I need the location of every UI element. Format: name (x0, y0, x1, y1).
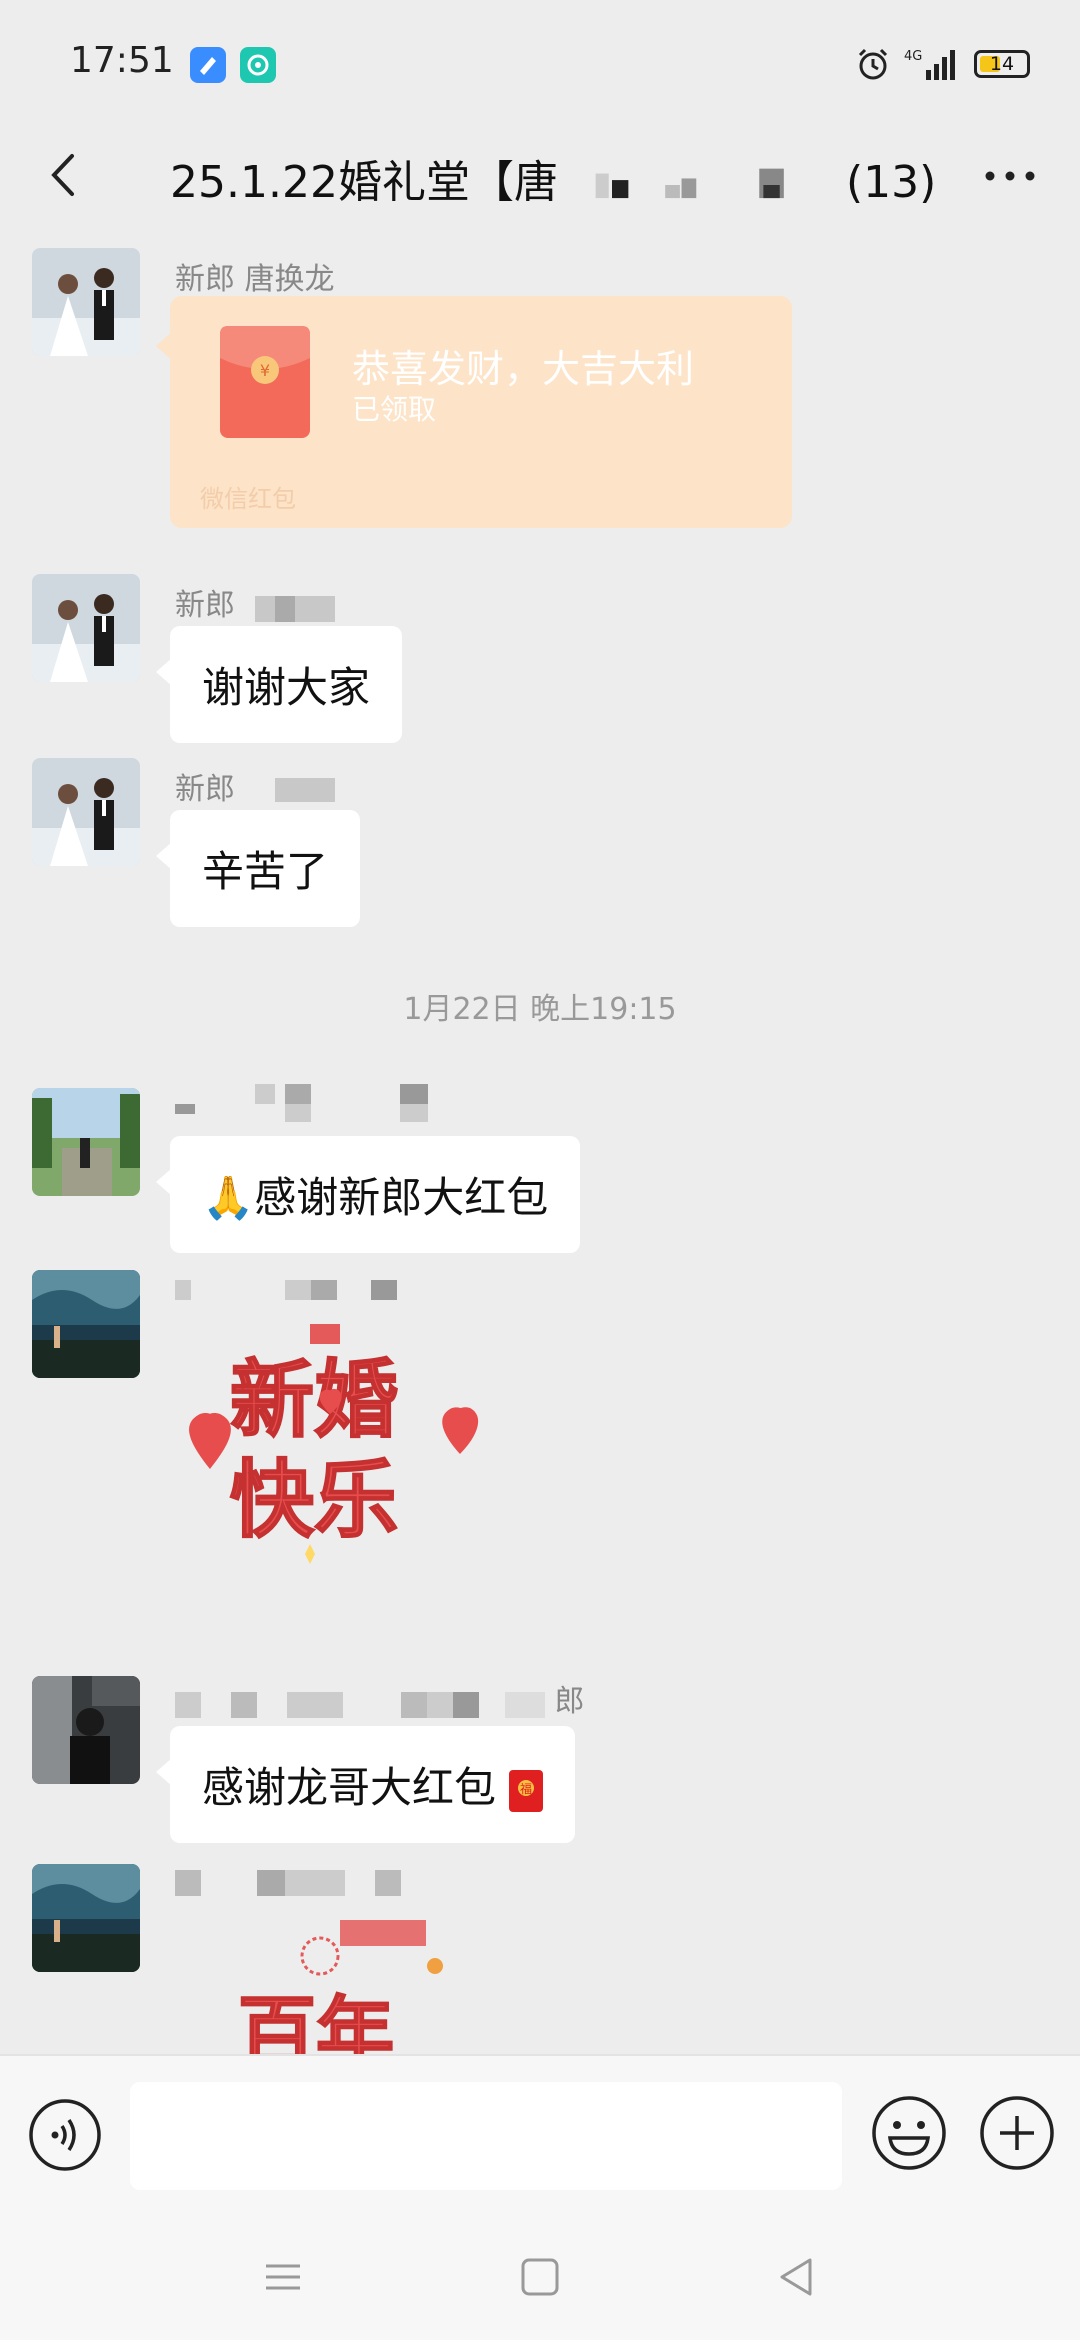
sticker-text: 新婚 (230, 1351, 398, 1449)
message-item: 新郎 谢谢大家 (0, 554, 1080, 744)
message-item: 新郎 唐换龙 ¥ 恭喜发财，大吉大利 已领取 微信红包 (0, 224, 1080, 554)
mosaic-redaction (175, 1279, 397, 1300)
status-bar: 17:51 4G 14 (0, 0, 1080, 128)
mosaic-redaction (254, 595, 335, 622)
svg-text:¥: ¥ (260, 361, 270, 380)
red-packet-card[interactable]: ¥ 恭喜发财，大吉大利 已领取 微信红包 (156, 296, 792, 528)
message-bubble[interactable]: 感谢龙哥大红包 福 (155, 1726, 576, 1843)
red-envelope-emoji-icon: 福 (509, 1769, 544, 1812)
input-bar (0, 2054, 1080, 2214)
signal-icon: 4G (904, 49, 955, 80)
mosaic-redaction (175, 1869, 401, 1896)
more-dots-icon (985, 171, 1035, 181)
sender-name: 郎 (175, 1676, 585, 1720)
chat-title: 25.1.22婚礼堂【唐 (13) (170, 146, 936, 210)
message-timestamp: 1月22日 晚上19:15 (403, 992, 677, 1027)
chevron-left-icon (51, 154, 74, 196)
wedding-sticker[interactable]: 新婚 快乐 (180, 1324, 500, 1644)
voice-icon (29, 2099, 101, 2171)
mosaic-redaction (175, 1084, 428, 1122)
message-item: 🙏感谢新郎大红包 (0, 1084, 1080, 1264)
avatar[interactable] (32, 1088, 140, 1196)
sender-name: 新郎 (175, 580, 335, 624)
back-button[interactable] (40, 150, 90, 200)
status-indicators: 4G 14 (856, 44, 1030, 84)
plus-button[interactable] (978, 2094, 1056, 2172)
message-bubble[interactable]: 谢谢大家 (155, 626, 403, 743)
red-packet-status: 已领取 (352, 393, 437, 426)
status-time: 17:51 (70, 40, 174, 81)
message-item: 郎 感谢龙哥大红包 福 (0, 1674, 1080, 1854)
more-button[interactable] (980, 158, 1040, 194)
sender-name: 新郎 唐换龙 (175, 262, 335, 297)
sender-name (175, 1084, 435, 1124)
avatar[interactable] (32, 1864, 140, 1972)
sender-name: 新郎 (175, 764, 335, 808)
emoji-icon (872, 2096, 946, 2170)
message-input[interactable] (130, 2082, 842, 2190)
emoji-button[interactable] (870, 2094, 948, 2172)
nav-home-button[interactable] (515, 2252, 565, 2302)
message-item: 百年 (0, 1864, 1080, 2054)
sender-name (175, 1864, 415, 1899)
avatar[interactable] (32, 758, 140, 866)
svg-text:福: 福 (520, 1781, 532, 1796)
alarm-icon (858, 48, 888, 80)
plus-icon (980, 2096, 1054, 2170)
message-bubble[interactable]: 🙏感谢新郎大红包 (155, 1136, 581, 1253)
battery-level: 14 (989, 53, 1015, 75)
battery-icon: 14 (974, 50, 1030, 78)
message-bubble[interactable]: 辛苦了 (155, 810, 361, 927)
teal-app-icon (240, 47, 276, 83)
chat-title-text: 25.1.22婚礼堂【唐 (170, 157, 558, 208)
avatar[interactable] (32, 1270, 140, 1378)
message-list[interactable]: 新郎 唐换龙 ¥ 恭喜发财，大吉大利 已领取 微信红包 新郎 谢谢大家 新郎 辛… (0, 224, 1080, 2054)
voice-button[interactable] (28, 2098, 102, 2172)
message-item: 新郎 辛苦了 (0, 744, 1080, 934)
mosaic-redaction (595, 168, 784, 199)
menu-icon (266, 2264, 300, 2290)
red-packet-footer: 微信红包 (200, 485, 296, 513)
nav-back-button[interactable] (772, 2252, 822, 2302)
mosaic-redaction (274, 777, 335, 802)
avatar[interactable] (32, 248, 140, 356)
sender-name (175, 1270, 405, 1305)
svg-text:4G: 4G (904, 49, 922, 64)
message-item: 新婚 快乐 (0, 1270, 1080, 1650)
sticker-text: 百年 (238, 1989, 394, 2054)
pray-emoji-icon: 🙏 (202, 1173, 255, 1222)
red-packet-title: 恭喜发财，大吉大利 (352, 347, 695, 391)
sticker-text: 快乐 (230, 1451, 398, 1549)
back-triangle-icon (780, 2258, 812, 2296)
chat-header: 25.1.22婚礼堂【唐 (13) (0, 128, 1080, 224)
member-count: (13) (845, 157, 937, 208)
system-nav-bar (0, 2214, 1080, 2340)
nav-menu-button[interactable] (258, 2252, 308, 2302)
mosaic-redaction (175, 1691, 545, 1718)
avatar[interactable] (32, 574, 140, 682)
blue-app-icon (190, 47, 226, 83)
red-envelope-icon: ¥ (220, 326, 310, 438)
wedding-sticker[interactable]: 百年 (230, 1920, 460, 2054)
avatar[interactable] (32, 1676, 140, 1784)
home-icon (521, 2258, 559, 2296)
